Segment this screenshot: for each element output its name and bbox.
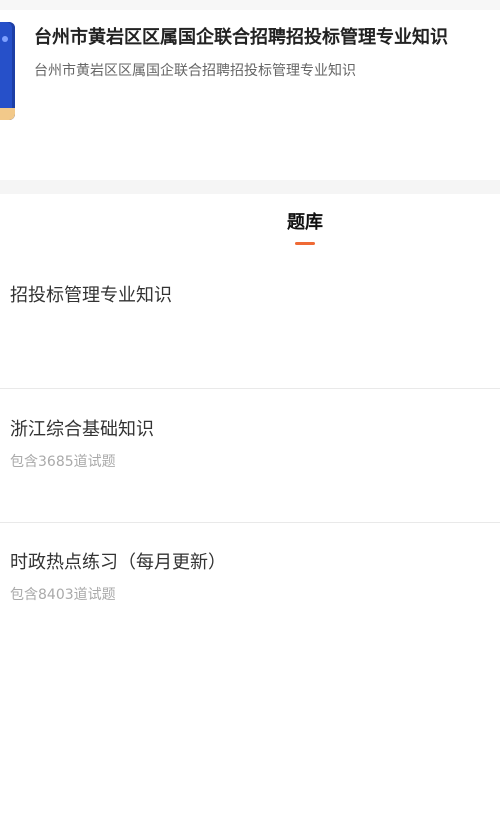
cover-page-edge (0, 108, 15, 120)
question-bank-name: 招投标管理专业知识 (10, 285, 172, 306)
course-header: 台州市黄岩区区属国企联合招聘招投标管理专业知识 台州市黄岩区区属国企联合招聘招投… (0, 10, 500, 180)
question-bank-item[interactable]: 招投标管理专业知识 (0, 254, 500, 389)
tab-active-indicator (295, 242, 315, 245)
course-subtitle: 台州市黄岩区区属国企联合招聘招投标管理专业知识 (34, 63, 356, 79)
question-bank-name: 时政热点练习（每月更新） (10, 552, 226, 573)
question-bank-name: 浙江综合基础知识 (10, 419, 154, 440)
tab-question-bank[interactable]: 题库 (265, 210, 345, 236)
question-bank-count: 包含8403道试题 (10, 587, 116, 603)
question-bank-item[interactable]: 时政热点练习（每月更新） 包含8403道试题 (0, 523, 500, 703)
course-cover-image (0, 22, 15, 120)
tab-bar: 题库 (0, 194, 500, 254)
question-bank-item[interactable]: 浙江综合基础知识 包含3685道试题 (0, 389, 500, 523)
course-title: 台州市黄岩区区属国企联合招聘招投标管理专业知识 (34, 27, 448, 48)
top-gap (0, 0, 500, 10)
question-bank-count: 包含3685道试题 (10, 454, 116, 470)
section-divider (0, 180, 500, 194)
cover-decoration (2, 36, 8, 42)
question-bank-list: 招投标管理专业知识 浙江综合基础知识 包含3685道试题 时政热点练习（每月更新… (0, 254, 500, 703)
